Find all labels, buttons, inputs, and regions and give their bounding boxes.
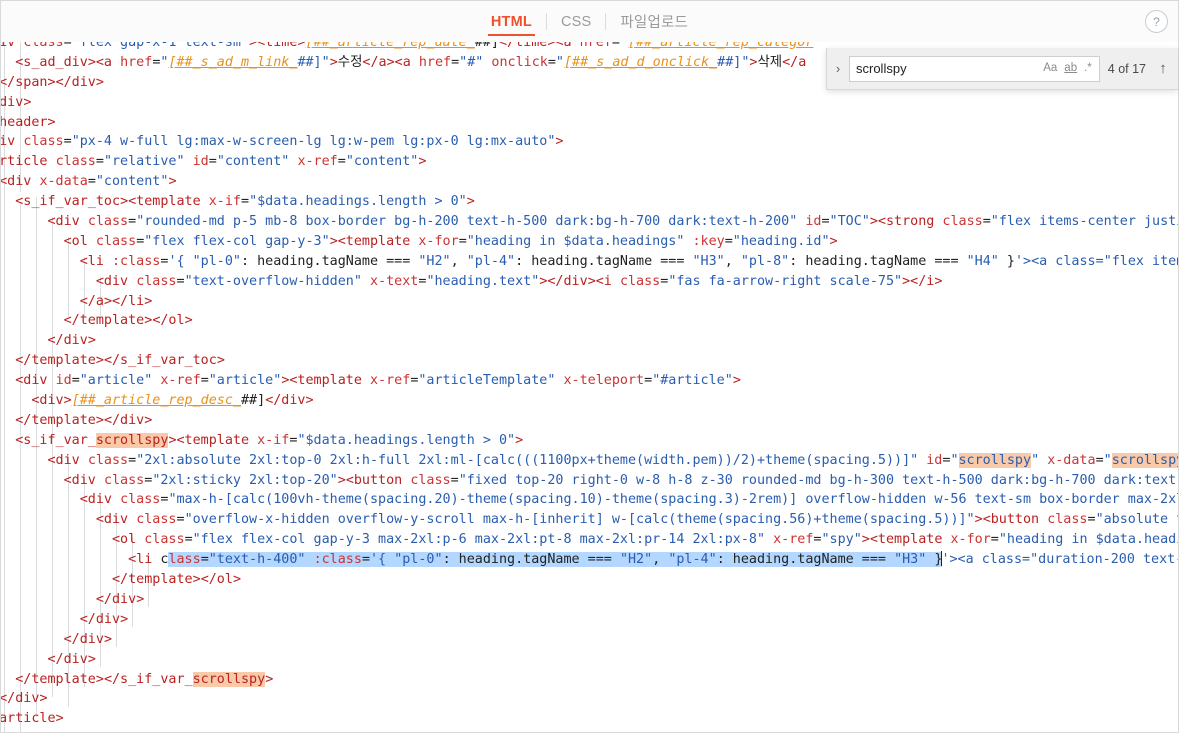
tab-css-label: CSS — [560, 13, 592, 30]
code-line: <article class="relative" id="content" x… — [1, 154, 427, 170]
tab-html-label: HTML — [490, 13, 532, 30]
editor-toolbar: HTML CSS 파일업로드 ? — [1, 1, 1178, 43]
code-line: </template></div> — [15, 412, 153, 428]
code-line: <div x-data="{ shown: false }" x-interse… — [1, 729, 1178, 732]
code-editor-area[interactable]: <div class="flex gap-x-1 text-sm"><time>… — [1, 42, 1178, 732]
code-line: </template></ol> — [63, 313, 193, 329]
code-line: </header> — [1, 114, 56, 130]
code-line: </template></s_if_var_scrollspy> — [15, 671, 274, 687]
code-editor-window: HTML CSS 파일업로드 ? <div class="flex gap-x-… — [0, 0, 1179, 733]
code-line: </template></ol> — [112, 572, 241, 588]
code-line: <div class="overflow-x-hidden overflow-y… — [95, 512, 1178, 528]
code-line: <s_if_var_toc><template x-if="$data.head… — [15, 194, 475, 210]
code-line: <div class="px-4 w-full lg:max-w-screen-… — [1, 134, 564, 150]
code-line: </div> — [1, 691, 48, 707]
help-glyph: ? — [1153, 14, 1160, 29]
previous-match-icon[interactable]: ↑ — [1148, 60, 1178, 77]
code-line: <div x-data="content"> — [1, 174, 177, 190]
editor-tabs: HTML CSS 파일업로드 — [477, 1, 702, 42]
code-line: </div> — [95, 591, 145, 607]
code-line: <s_if_var_scrollspy><template x-if="$dat… — [15, 432, 524, 448]
code-line: <div class="2xl:sticky 2xl:top-20"><butt… — [63, 472, 1178, 488]
code-line: <ol class="flex flex-col gap-y-3 max-2xl… — [112, 532, 1178, 548]
search-input[interactable] — [850, 56, 1044, 81]
tab-html[interactable]: HTML — [477, 1, 546, 42]
match-case-icon[interactable]: Aa — [1043, 62, 1057, 75]
previous-match-glyph: ↑ — [1159, 60, 1167, 77]
find-expand-icon[interactable]: › — [827, 61, 849, 76]
code-line: <ol class="flex flex-col gap-y-3"><templ… — [63, 233, 838, 249]
find-expand-glyph: › — [835, 61, 841, 76]
code-line: <div class="max-h-[calc(100vh-theme(spac… — [79, 492, 1178, 508]
tab-css[interactable]: CSS — [547, 1, 605, 42]
code-line: </div> — [47, 651, 96, 667]
code-line: <div>[##_article_rep_desc_##]</div> — [31, 393, 314, 409]
find-input-wrapper[interactable]: Aa ab .* — [849, 55, 1100, 82]
match-count: 4 of 17 — [1107, 61, 1146, 76]
find-widget: › Aa ab .* 4 of 17 ↑ — [826, 48, 1178, 90]
code-text[interactable]: <div class="flex gap-x-1 text-sm"><time>… — [1, 42, 1178, 732]
code-line: <div class="rounded-md p-5 mb-8 box-bord… — [47, 214, 1179, 230]
regex-icon[interactable]: .* — [1084, 62, 1092, 75]
code-line: </div> — [79, 611, 129, 627]
code-line: </a></li> — [79, 293, 153, 309]
code-line: <div id="article" x-ref="article"><templ… — [15, 373, 741, 389]
tab-file-upload[interactable]: 파일업로드 — [606, 1, 702, 42]
whole-word-icon[interactable]: ab — [1064, 62, 1077, 75]
code-line: </template></s_if_var_toc> — [15, 353, 225, 369]
help-icon[interactable]: ? — [1145, 10, 1168, 33]
code-line: </article> — [1, 711, 64, 727]
code-line: </div> — [47, 333, 96, 349]
code-line: </div> — [1, 94, 32, 110]
code-line: <div class="text-overflow-hidden" x-text… — [95, 273, 943, 289]
code-line: <li :class='{ "pl-0": heading.tagName ==… — [79, 253, 1178, 269]
find-options: Aa ab .* — [1043, 62, 1099, 75]
code-line: </div> — [63, 631, 112, 647]
code-line: <li class="text-h-400" :class='{ "pl-0":… — [128, 551, 1178, 568]
tab-file-upload-label: 파일업로드 — [620, 15, 689, 31]
code-line: <div class="2xl:absolute 2xl:top-0 2xl:h… — [1, 451, 1178, 471]
